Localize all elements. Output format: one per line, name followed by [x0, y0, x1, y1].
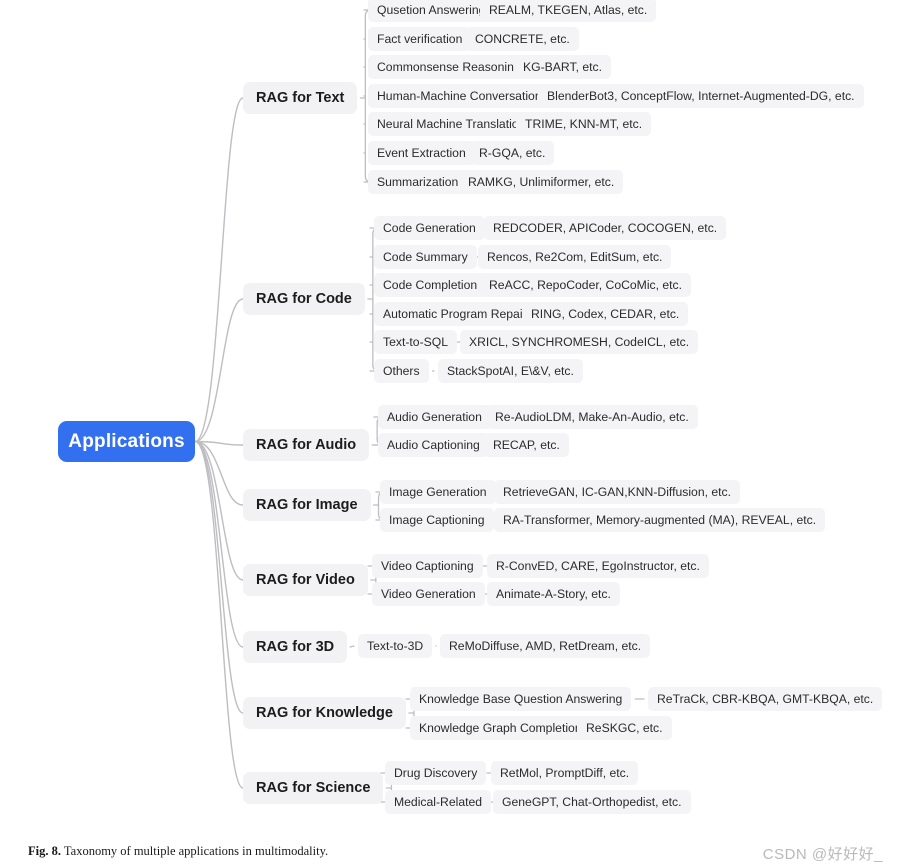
method-node-neural-machine-translation: TRIME, KNN-MT, etc. — [516, 112, 652, 136]
mindmap-canvas: Applications RAG for Text Qusetion Answer… — [0, 0, 897, 867]
task-node-image-captioning[interactable]: Image Captioning — [380, 508, 494, 532]
method-node-video-generation: Animate-A-Story, etc. — [487, 582, 620, 606]
branch-node-rag-for-science[interactable]: RAG for Science — [243, 772, 384, 804]
task-node-medical-related[interactable]: Medical-Related — [385, 790, 492, 814]
task-node-event-extraction[interactable]: Event Extraction — [368, 141, 475, 165]
method-node-others: StackSpotAI, E\&V, etc. — [438, 359, 583, 383]
task-node-drug-discovery[interactable]: Drug Discovery — [385, 761, 487, 785]
task-node-neural-machine-translation[interactable]: Neural Machine Translation — [368, 112, 535, 136]
task-node-summarization[interactable]: Summarization — [368, 170, 468, 194]
method-node-code-completion: ReACC, RepoCoder, CoCoMic, etc. — [480, 273, 692, 297]
method-node-fact-verification: CONCRETE, etc. — [466, 27, 579, 51]
task-node-video-generation[interactable]: Video Generation — [372, 582, 485, 606]
method-node-qusetion-answering: REALM, TKEGEN, Atlas, etc. — [480, 0, 657, 22]
method-node-image-captioning: RA-Transformer, Memory-augmented (MA), R… — [494, 508, 826, 532]
method-node-medical-related: GeneGPT, Chat-Orthopedist, etc. — [493, 790, 691, 814]
branch-node-rag-for-audio[interactable]: RAG for Audio — [243, 429, 370, 461]
figure-caption: Fig. 8. Taxonomy of multiple application… — [28, 844, 328, 859]
task-node-knowledge-base-question-answering[interactable]: Knowledge Base Question Answering — [410, 687, 632, 711]
branch-node-rag-for-video[interactable]: RAG for Video — [243, 564, 368, 596]
task-node-code-generation[interactable]: Code Generation — [374, 216, 485, 240]
method-node-commonsense-reasoning: KG-BART, etc. — [514, 55, 612, 79]
method-node-knowledge-graph-completion: ReSKGC, etc. — [577, 716, 672, 740]
method-node-code-summary: Rencos, Re2Com, EditSum, etc. — [478, 245, 672, 269]
method-node-audio-captioning: RECAP, etc. — [484, 433, 569, 457]
task-node-automatic-program-repair[interactable]: Automatic Program Repair — [374, 302, 536, 326]
task-node-video-captioning[interactable]: Video Captioning — [372, 554, 483, 578]
task-node-text-to-sql[interactable]: Text-to-SQL — [374, 330, 458, 354]
method-node-video-captioning: R-ConvED, CARE, EgoInstructor, etc. — [487, 554, 709, 578]
root-node-applications[interactable]: Applications — [58, 421, 195, 462]
method-node-event-extraction: R-GQA, etc. — [470, 141, 555, 165]
task-node-text-to-3d[interactable]: Text-to-3D — [358, 634, 433, 658]
task-node-audio-generation[interactable]: Audio Generation — [378, 405, 491, 429]
branch-node-rag-for-code[interactable]: RAG for Code — [243, 283, 365, 315]
branch-node-rag-for-image[interactable]: RAG for Image — [243, 489, 371, 521]
task-node-others[interactable]: Others — [374, 359, 429, 383]
task-node-code-summary[interactable]: Code Summary — [374, 245, 477, 269]
figure-caption-label: Fig. 8. — [28, 844, 61, 858]
method-node-text-to-sql: XRICL, SYNCHROMESH, CodeICL, etc. — [460, 330, 699, 354]
csdn-watermark: CSDN @好好好_ — [762, 846, 883, 863]
branch-node-rag-for-text[interactable]: RAG for Text — [243, 82, 358, 114]
branch-node-rag-for-knowledge[interactable]: RAG for Knowledge — [243, 697, 406, 729]
method-node-summarization: RAMKG, Unlimiformer, etc. — [459, 170, 624, 194]
task-node-commonsense-reasoning[interactable]: Commonsense Reasoning — [368, 55, 530, 79]
method-node-image-generation: RetrieveGAN, IC-GAN,KNN-Diffusion, etc. — [494, 480, 741, 504]
branch-node-rag-for-3d[interactable]: RAG for 3D — [243, 631, 348, 663]
task-node-fact-verification[interactable]: Fact verification — [368, 27, 472, 51]
figure-caption-text: Taxonomy of multiple applications in mul… — [63, 844, 329, 858]
method-node-drug-discovery: RetMol, PromptDiff, etc. — [491, 761, 639, 785]
method-node-knowledge-base-question-answering: ReTraCk, CBR-KBQA, GMT-KBQA, etc. — [648, 687, 883, 711]
method-node-audio-generation: Re-AudioLDM, Make-An-Audio, etc. — [486, 405, 698, 429]
task-node-audio-captioning[interactable]: Audio Captioning — [378, 433, 489, 457]
task-node-knowledge-graph-completion[interactable]: Knowledge Graph Completion — [410, 716, 591, 740]
task-node-code-completion[interactable]: Code Completion — [374, 273, 487, 297]
method-node-text-to-3d: ReMoDiffuse, AMD, RetDream, etc. — [440, 634, 651, 658]
method-node-automatic-program-repair: RING, Codex, CEDAR, etc. — [522, 302, 689, 326]
method-node-human-machine-conversation: BlenderBot3, ConceptFlow, Internet-Augme… — [538, 84, 864, 108]
task-node-human-machine-conversation[interactable]: Human-Machine Conversation — [368, 84, 551, 108]
method-node-code-generation: REDCODER, APICoder, COCOGEN, etc. — [484, 216, 727, 240]
task-node-image-generation[interactable]: Image Generation — [380, 480, 496, 504]
task-node-qusetion-answering[interactable]: Qusetion Answering — [368, 0, 495, 22]
